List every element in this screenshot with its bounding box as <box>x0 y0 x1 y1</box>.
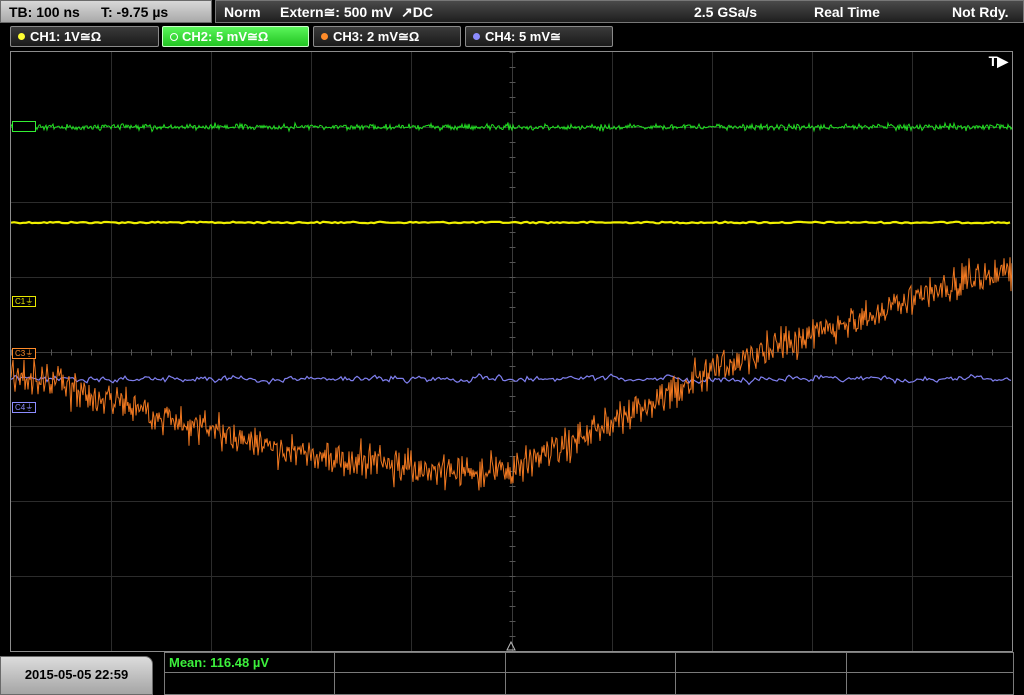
oscilloscope-screen: TB: 100 ns T: -9.75 µs Norm Extern≅: 500… <box>0 0 1024 695</box>
measurement-mean-value: Mean: 116.48 µV <box>169 655 269 670</box>
ch2-offset-marker[interactable] <box>12 121 36 132</box>
waveform-graticule <box>11 52 1012 651</box>
trigger-panel[interactable]: Norm Extern≅: 500 mV ↗DC 2.5 GSa/s Real … <box>215 0 1024 23</box>
measurement-table: Mean: 116.48 µV <box>164 652 1014 695</box>
ch1-trace <box>11 220 1011 225</box>
measurement-cell-5[interactable] <box>846 652 1014 673</box>
measurement-cell-7[interactable] <box>334 672 506 695</box>
channel-tabs: CH1: 1V≅Ω CH2: 5 mV≅Ω CH3: 2 mV≅Ω CH4: 5… <box>0 26 1024 48</box>
graticule-center-ticks <box>11 52 1012 651</box>
trigger-source-label: Extern≅: 500 mV <box>280 4 393 20</box>
measurement-cell-9[interactable] <box>675 672 847 695</box>
ch1-label: CH1: 1V≅Ω <box>30 29 102 44</box>
trigger-mode-label: Norm <box>224 4 261 20</box>
tab-ch1[interactable]: CH1: 1V≅Ω <box>10 26 159 47</box>
measurement-cell-10[interactable] <box>846 672 1014 695</box>
ch1-color-dot <box>18 33 25 40</box>
ch3-label: CH3: 2 mV≅Ω <box>333 29 420 44</box>
trigger-position-icon <box>506 640 516 651</box>
status-label: Not Rdy. <box>952 4 1009 20</box>
tab-ch3[interactable]: CH3: 2 mV≅Ω <box>313 26 461 47</box>
timebase-panel[interactable]: TB: 100 ns T: -9.75 µs <box>0 0 212 23</box>
measurement-cell-4[interactable] <box>675 652 847 673</box>
tab-ch2[interactable]: CH2: 5 mV≅Ω <box>162 26 309 47</box>
measurement-cell-8[interactable] <box>505 672 676 695</box>
status-bar: TB: 100 ns T: -9.75 µs Norm Extern≅: 500… <box>0 0 1024 24</box>
ch2-color-dot <box>170 33 178 41</box>
ch3-offset-marker[interactable]: C3⏚ <box>12 348 37 359</box>
ch1-offset-marker[interactable]: C1⏚ <box>12 296 37 307</box>
trigger-position-label: T▶ <box>988 53 1008 69</box>
datetime-panel: 2015-05-05 22:59 <box>0 656 153 695</box>
trigger-time-label: T: -9.75 µs <box>101 4 169 20</box>
measurement-cell-6[interactable] <box>164 672 335 695</box>
ch4-offset-marker[interactable]: C4⏚ <box>12 402 37 413</box>
ch2-label: CH2: 5 mV≅Ω <box>182 29 269 44</box>
sample-rate-label: 2.5 GSa/s <box>694 4 758 20</box>
measurement-cell-2[interactable] <box>334 652 506 673</box>
trigger-slope-coupling-label: ↗DC <box>401 4 433 20</box>
acquisition-mode-label: Real Time <box>814 4 880 20</box>
timebase-label: TB: 100 ns <box>9 4 80 20</box>
datetime-label: 2015-05-05 22:59 <box>24 667 129 682</box>
measurement-cell-1[interactable]: Mean: 116.48 µV <box>164 652 335 673</box>
measurement-cell-3[interactable] <box>505 652 676 673</box>
ch2-trace <box>11 121 1012 133</box>
tab-ch4[interactable]: CH4: 5 mV≅ <box>465 26 613 47</box>
ch4-color-dot <box>473 33 480 40</box>
ch4-trace <box>11 373 1012 386</box>
ch3-color-dot <box>321 33 328 40</box>
ch4-label: CH4: 5 mV≅ <box>485 29 561 44</box>
